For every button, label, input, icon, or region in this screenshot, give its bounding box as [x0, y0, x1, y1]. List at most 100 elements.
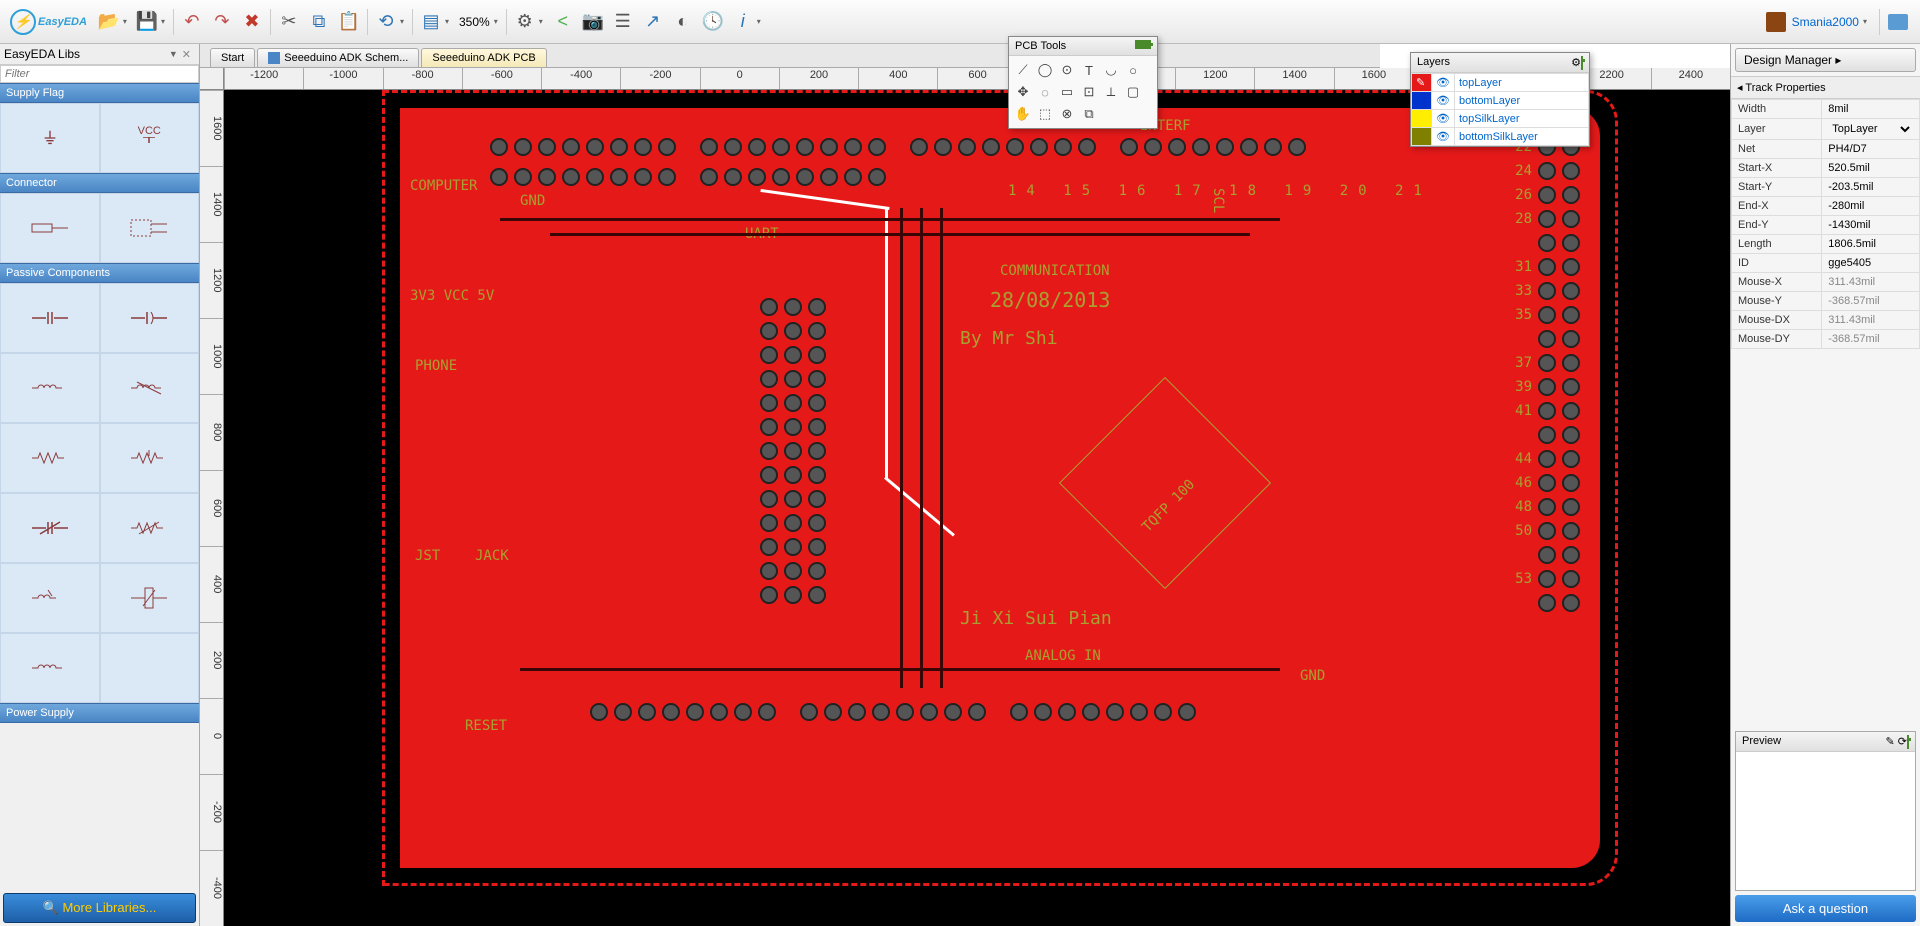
via-block	[760, 298, 826, 604]
tool-track[interactable]: ⟋	[1013, 60, 1033, 80]
tool-group[interactable]: ⧉	[1079, 104, 1099, 124]
lib-item-coil[interactable]	[0, 633, 100, 703]
battery-icon-2[interactable]	[1581, 56, 1583, 70]
tool-measure[interactable]: ⟂	[1101, 82, 1121, 102]
tool-region[interactable]: ⬚	[1035, 104, 1055, 124]
tool-circle[interactable]: ○	[1123, 60, 1143, 80]
export-icon[interactable]: ↗	[639, 8, 667, 36]
tab-pcb[interactable]: Seeeduino ADK PCB	[421, 48, 546, 67]
lib-item-res1[interactable]	[0, 423, 100, 493]
camera-icon[interactable]: 📷	[579, 8, 607, 36]
libs-dropdown-icon[interactable]: ▼	[169, 49, 178, 59]
layer-row-bottomSilkLayer[interactable]: 👁bottomSilkLayer	[1412, 128, 1589, 146]
silk-jixi: Ji Xi Sui Pian	[960, 608, 1112, 629]
lib-item-cap[interactable]	[0, 283, 100, 353]
lib-item-fuse[interactable]	[100, 563, 200, 633]
lib-item-varcap[interactable]	[0, 493, 100, 563]
tool-canvas-origin[interactable]: ⊡	[1079, 82, 1099, 102]
align-icon[interactable]: ▤	[417, 8, 445, 36]
history-icon[interactable]: 🕓	[699, 8, 727, 36]
bom-icon[interactable]: ☰	[609, 8, 637, 36]
tool-via[interactable]: ⊙	[1057, 60, 1077, 80]
schematic-icon	[268, 52, 280, 64]
preview-refresh-icon[interactable]: ⟳	[1898, 736, 1907, 748]
properties-header[interactable]: ◂ Track Properties	[1731, 76, 1920, 99]
header-bottom-3	[1010, 703, 1196, 721]
tool-move[interactable]: ✥	[1013, 82, 1033, 102]
undo-icon[interactable]: ↶	[178, 8, 206, 36]
copy-icon[interactable]: ⧉	[305, 8, 333, 36]
lib-item-ind2[interactable]	[100, 353, 200, 423]
delete-icon[interactable]: ✖	[238, 8, 266, 36]
silk-gnd2: GND	[1300, 668, 1325, 684]
lib-item-res2[interactable]	[100, 423, 200, 493]
layer-row-bottomLayer[interactable]: 👁bottomLayer	[1412, 92, 1589, 110]
properties-table: WidthLayerTopLayerNetStart-XStart-YEnd-X…	[1731, 99, 1920, 349]
tab-start[interactable]: Start	[210, 48, 255, 67]
battery-icon-3[interactable]	[1907, 735, 1909, 749]
lib-item-conn1[interactable]	[0, 193, 100, 263]
pcb-canvas[interactable]: -1200-1000-800-600-400-20002004006008001…	[200, 68, 1730, 926]
silk-analog: ANALOG IN	[1025, 648, 1101, 664]
ask-question-button[interactable]: Ask a question	[1735, 895, 1916, 922]
tool-pad[interactable]: ◯	[1035, 60, 1055, 80]
cut-icon[interactable]: ✂	[275, 8, 303, 36]
section-passive[interactable]: Passive Components	[0, 263, 199, 283]
settings-icon[interactable]: ⚙	[511, 8, 539, 36]
document-tabs: Start Seeeduino ADK Schem... Seeeduino A…	[200, 44, 1380, 68]
lib-item-gnd[interactable]	[0, 103, 100, 173]
lib-item-cap-pol[interactable]	[100, 283, 200, 353]
lib-item-ind1[interactable]	[0, 353, 100, 423]
lib-item-conn2[interactable]	[100, 193, 200, 263]
paste-icon[interactable]: 📋	[335, 8, 363, 36]
lib-item-vcc[interactable]: VCC	[100, 103, 200, 173]
tab-schematic[interactable]: Seeeduino ADK Schem...	[257, 48, 419, 67]
open-icon[interactable]: 📂	[95, 8, 123, 36]
section-supply-flag[interactable]: Supply Flag	[0, 83, 199, 103]
layer-row-topSilkLayer[interactable]: 👁topSilkLayer	[1412, 110, 1589, 128]
header-right: 222426283133353739414446485053	[1510, 138, 1580, 612]
save-icon[interactable]: 💾	[133, 8, 161, 36]
battery-icon[interactable]	[1135, 40, 1151, 49]
tool-arc[interactable]: ◡	[1101, 60, 1121, 80]
pcb-tools-panel[interactable]: PCB Tools ⟋ ◯ ⊙ T ◡ ○ ✥ ◌ ▭ ⊡ ⟂ ▢ ✋ ⬚ ⊗ …	[1008, 36, 1158, 129]
username[interactable]: Smania2000	[1792, 15, 1859, 29]
design-manager-button[interactable]: Design Manager ▸	[1735, 48, 1916, 72]
preview-edit-icon[interactable]: ✎	[1886, 736, 1895, 748]
layers-title: Layers	[1417, 56, 1450, 69]
lib-item-varres[interactable]	[100, 493, 200, 563]
tool-text[interactable]: T	[1079, 60, 1099, 80]
left-panel: ▼ ✕ Supply Flag VCC Connector Passive Co…	[0, 44, 200, 926]
redo-icon[interactable]: ↷	[208, 8, 236, 36]
layers-settings-icon[interactable]: ⚙	[1571, 57, 1581, 69]
more-libraries-button[interactable]: 🔍 More Libraries...	[3, 893, 196, 923]
rotate-icon[interactable]: ⟲	[372, 8, 400, 36]
share-icon[interactable]: <	[549, 8, 577, 36]
zoom-level[interactable]: 350%	[455, 13, 494, 31]
pcb-tools-title: PCB Tools	[1015, 40, 1066, 52]
libs-close-icon[interactable]: ✕	[178, 48, 195, 61]
tool-connect[interactable]: ⊗	[1057, 104, 1077, 124]
user-avatar[interactable]	[1766, 12, 1786, 32]
section-power-supply[interactable]: Power Supply	[0, 703, 199, 723]
layer-row-topLayer[interactable]: ✎👁topLayer	[1412, 74, 1589, 92]
libs-filter-input[interactable]	[0, 65, 199, 83]
header-j2	[700, 138, 886, 156]
info-icon[interactable]: i	[729, 8, 757, 36]
silk-author: By Mr Shi	[960, 328, 1058, 349]
layers-panel[interactable]: Layers ⚙ ✎👁topLayer👁bottomLayer👁topSilkLa…	[1410, 52, 1590, 147]
section-connector[interactable]: Connector	[0, 173, 199, 193]
lib-item-blank[interactable]	[100, 633, 200, 703]
lib-item-pot[interactable]	[0, 563, 100, 633]
libs-title[interactable]	[4, 47, 169, 61]
messages-icon[interactable]	[1888, 14, 1908, 30]
steam-icon[interactable]: ◐	[669, 8, 697, 36]
selected-track-seg2[interactable]	[885, 208, 888, 478]
prop-row-end-x: End-X	[1732, 197, 1920, 216]
prop-row-width: Width	[1732, 100, 1920, 119]
tool-hole[interactable]: ◌	[1035, 82, 1055, 102]
tool-pan[interactable]: ✋	[1013, 104, 1033, 124]
tool-rect[interactable]: ▢	[1123, 82, 1143, 102]
selected-track-seg1[interactable]	[760, 189, 889, 210]
tool-image[interactable]: ▭	[1057, 82, 1077, 102]
